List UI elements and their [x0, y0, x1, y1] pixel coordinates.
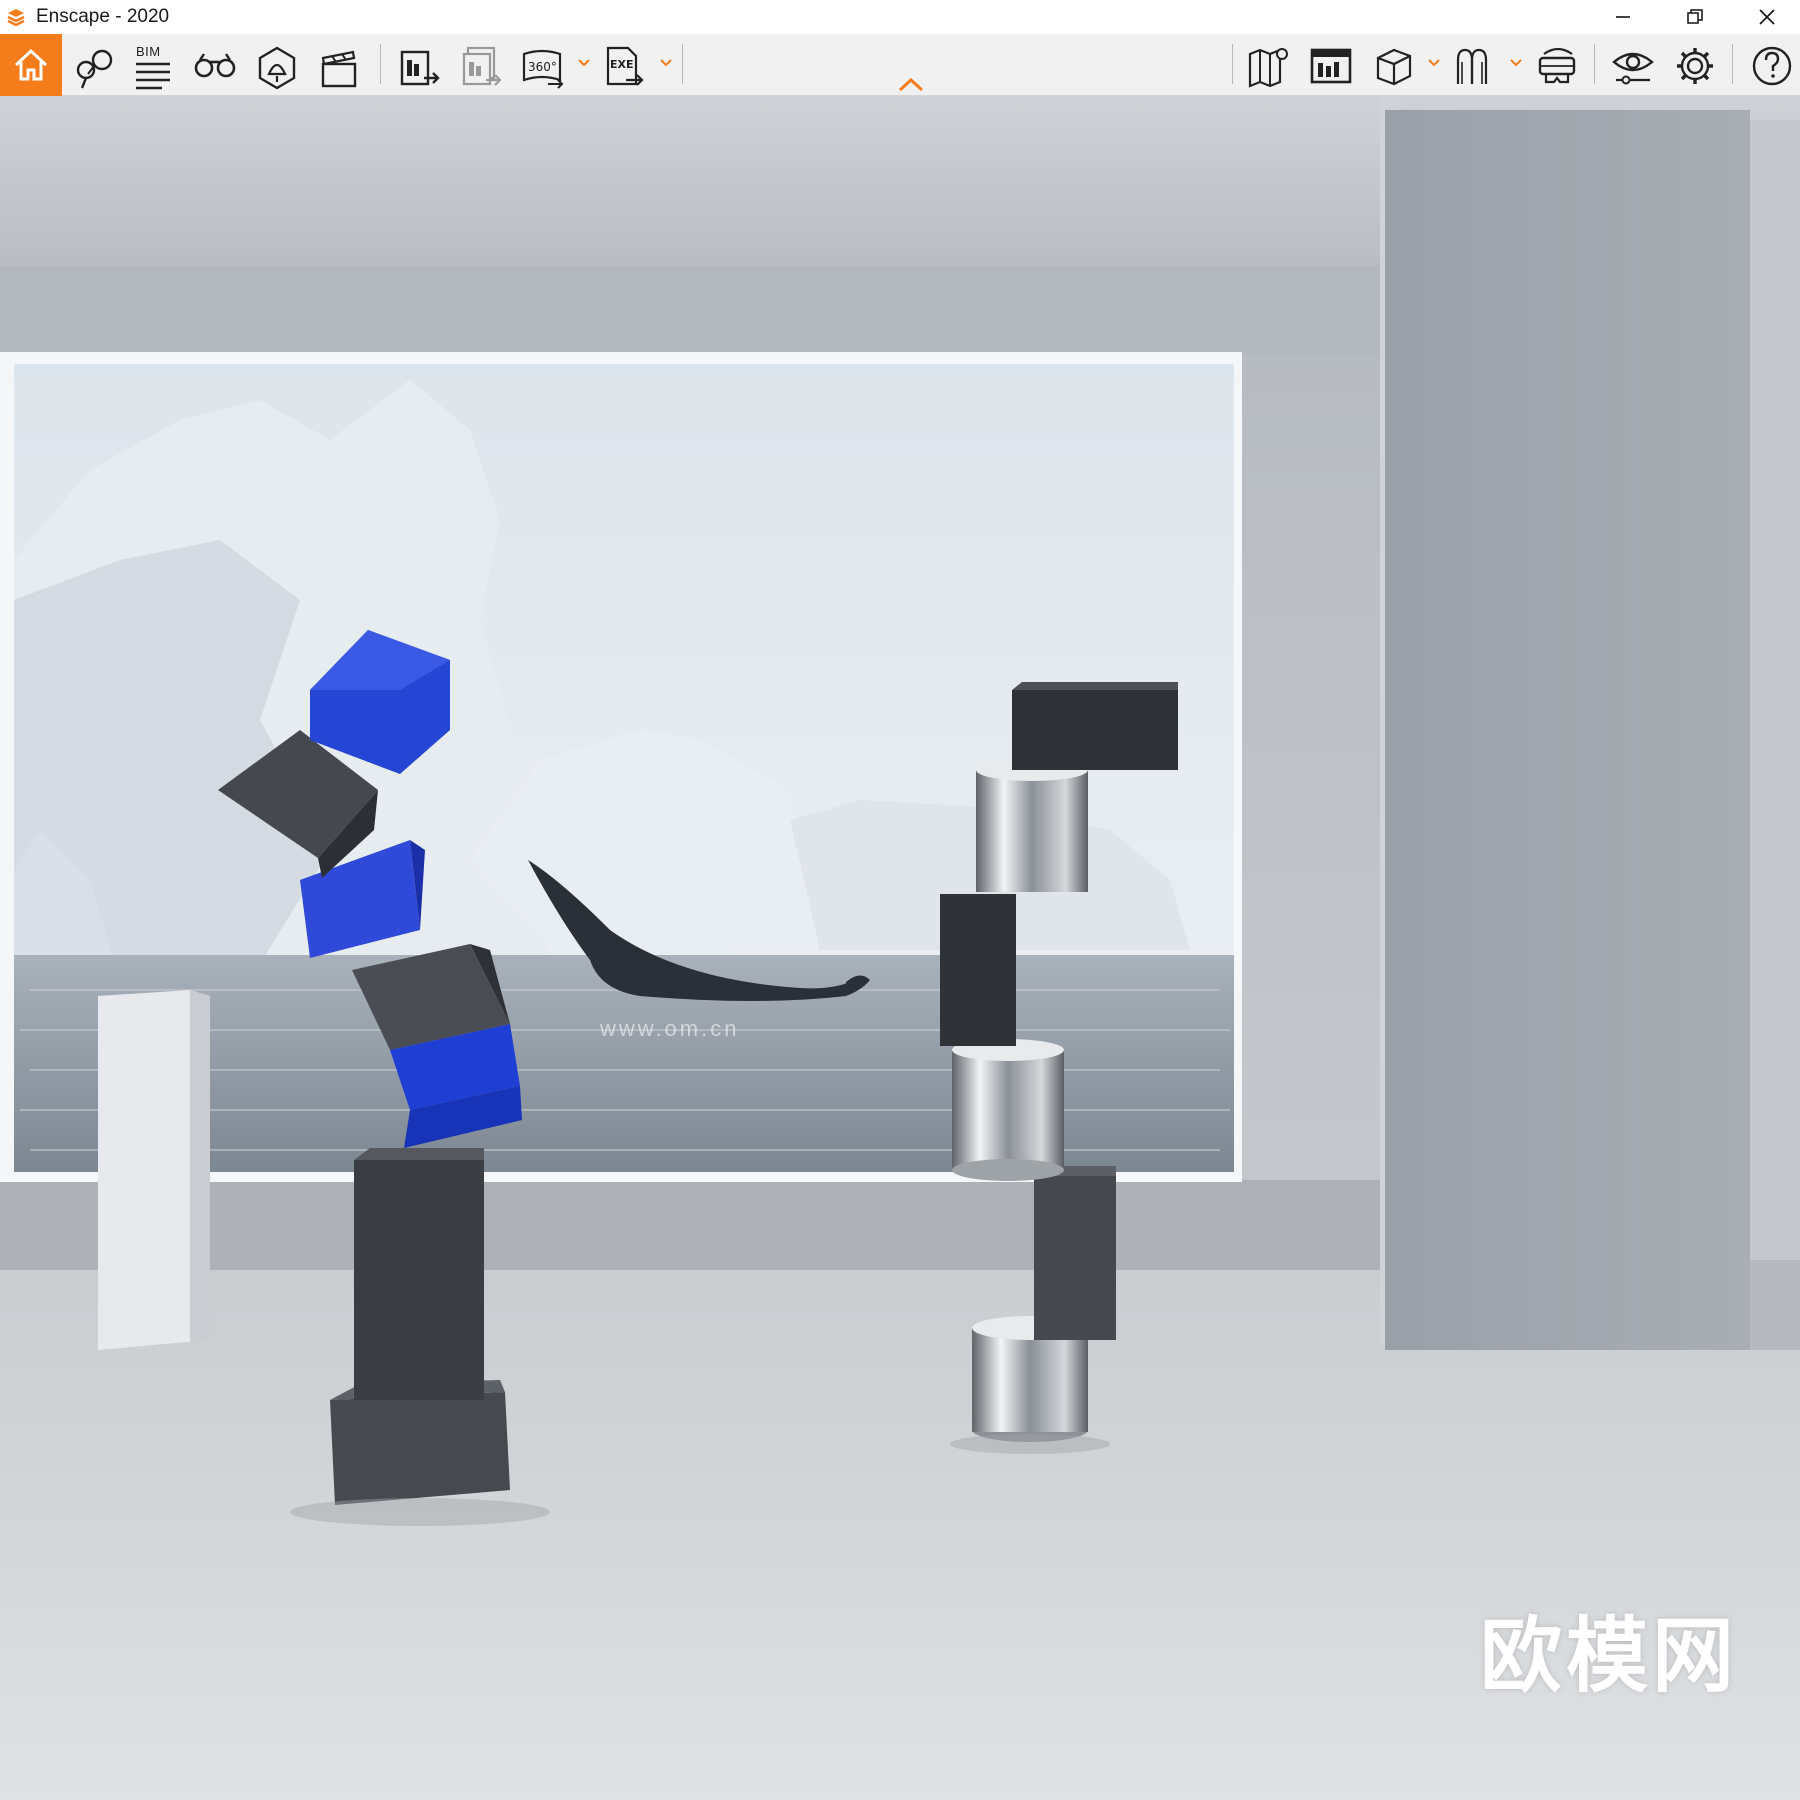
scene-render — [0, 96, 1800, 1800]
screenshot-export-icon — [400, 50, 440, 86]
toolbar-separator — [1232, 44, 1233, 84]
collapse-toolbar-caret-icon[interactable] — [898, 78, 924, 92]
screenshot-export-button[interactable] — [396, 38, 442, 92]
title-bar: Enscape - 2020 — [0, 0, 1800, 34]
video-editor-button[interactable] — [316, 38, 362, 92]
asset-library-icon — [1376, 48, 1412, 86]
batch-render-icon — [462, 46, 502, 86]
panorama-dropdown-chevron-icon[interactable] — [578, 58, 590, 68]
settings-button[interactable] — [1672, 38, 1718, 92]
map-icon — [1248, 48, 1288, 88]
enscape-logo-icon — [7, 9, 25, 27]
panorama-label: 360° — [528, 60, 557, 74]
window-title: Enscape - 2020 — [36, 6, 170, 27]
visual-settings-icon — [1612, 52, 1654, 85]
help-icon — [1752, 46, 1792, 86]
bim-label: BIM — [136, 44, 161, 59]
visual-settings-button[interactable] — [1610, 38, 1656, 92]
watermark-site-text: www.om.cn — [600, 1016, 740, 1041]
toolbar-separator — [380, 44, 381, 84]
restore-button[interactable] — [1666, 0, 1724, 34]
render-gallery-button[interactable] — [1308, 38, 1354, 92]
views-button[interactable] — [72, 38, 118, 92]
batch-render-button[interactable] — [458, 38, 504, 92]
material-editor-button[interactable] — [1452, 38, 1498, 92]
settings-icon — [1677, 48, 1713, 84]
close-button[interactable] — [1738, 0, 1796, 34]
close-icon — [1759, 9, 1775, 25]
minimize-icon — [1616, 16, 1630, 18]
render-gallery-icon — [1310, 48, 1352, 84]
standalone-exe-icon: EXE — [606, 46, 644, 86]
walk-mode-button[interactable] — [192, 38, 238, 92]
home-icon — [14, 48, 48, 81]
enscape-toolbar: BIM 360° EXE — [0, 34, 1800, 96]
exe-dropdown-chevron-icon[interactable] — [660, 58, 672, 68]
material-dropdown-chevron-icon[interactable] — [1510, 58, 1522, 68]
asset-dropdown-chevron-icon[interactable] — [1428, 58, 1440, 68]
standalone-export-button[interactable]: EXE — [602, 38, 648, 92]
panorama-360-icon: 360° — [522, 49, 564, 89]
light-view-icon — [258, 46, 296, 90]
map-button[interactable] — [1246, 38, 1292, 92]
home-button[interactable] — [0, 34, 62, 96]
vr-headset-icon — [1538, 47, 1576, 84]
watermark-brand-text: 欧模网 — [1479, 1609, 1738, 1704]
help-button[interactable] — [1748, 38, 1794, 92]
clapperboard-icon — [321, 50, 357, 88]
asset-library-button[interactable] — [1370, 38, 1416, 92]
toolbar-separator — [1732, 44, 1733, 84]
render-viewport[interactable]: 欧模网 www.om.cn — [0, 96, 1800, 1800]
restore-icon — [1687, 9, 1703, 24]
panorama-button[interactable]: 360° — [520, 38, 566, 92]
exe-label: EXE — [610, 58, 634, 71]
material-editor-icon — [1456, 48, 1488, 84]
vr-headset-button[interactable] — [1534, 38, 1580, 92]
toolbar-separator — [1594, 44, 1595, 84]
location-pins-icon — [76, 49, 113, 89]
minimize-button[interactable] — [1594, 0, 1652, 34]
binoculars-icon — [194, 53, 236, 78]
toolbar-separator — [682, 44, 683, 84]
light-view-button[interactable] — [254, 38, 300, 92]
